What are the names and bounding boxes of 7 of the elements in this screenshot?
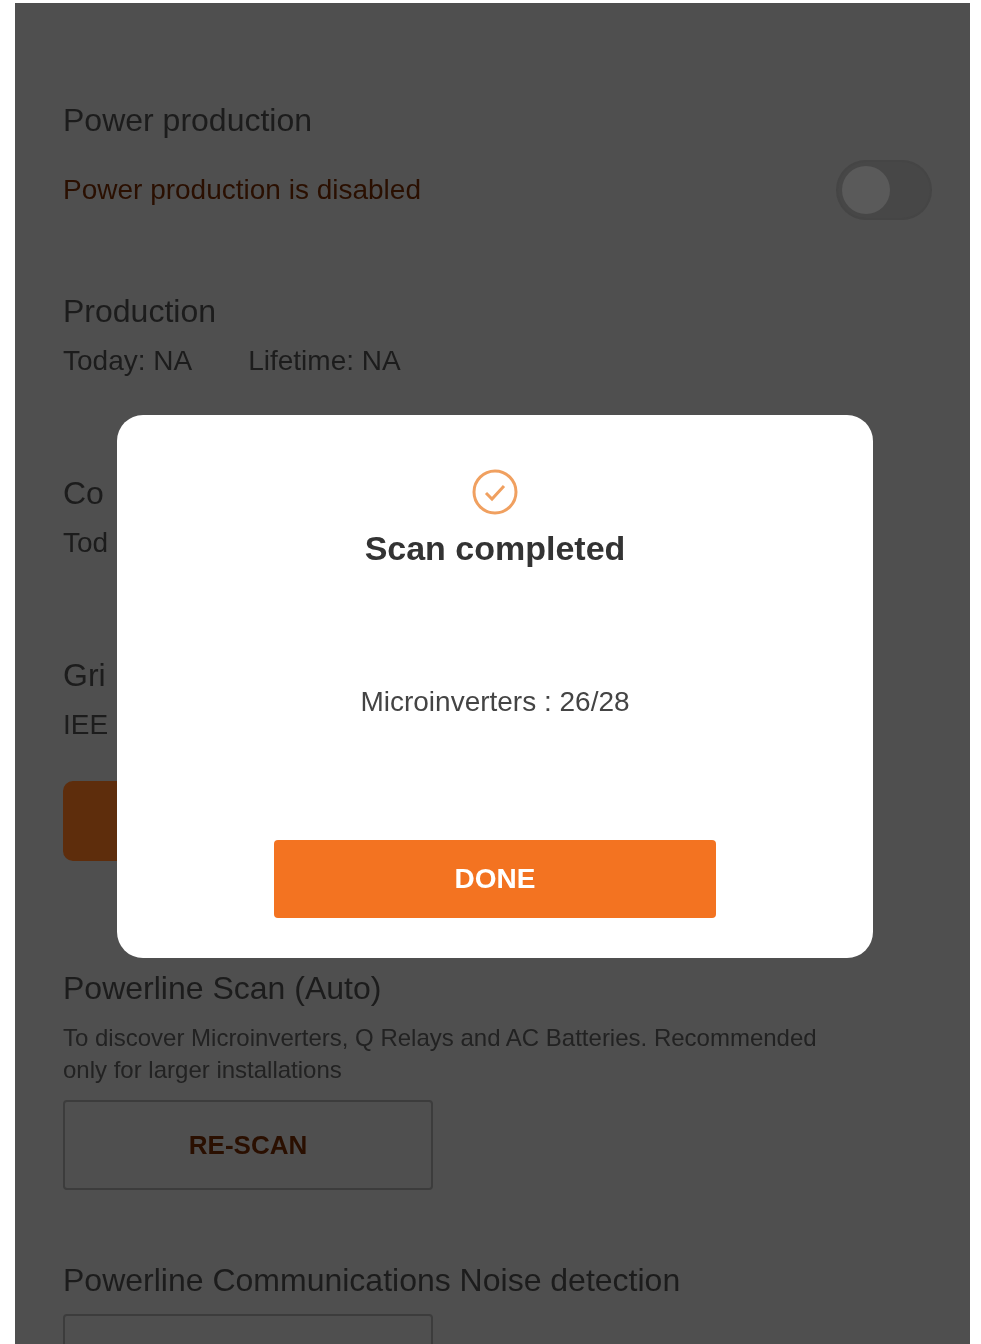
dialog-title: Scan completed <box>364 529 626 568</box>
action-button[interactable] <box>63 781 117 861</box>
check-circle-icon <box>470 467 520 517</box>
dialog-message: Microinverters : 26/28 <box>360 686 630 718</box>
rescan-button[interactable]: RE-SCAN <box>63 1100 433 1190</box>
status-text: Power production is disabled <box>63 174 421 206</box>
done-button[interactable]: DONE <box>274 840 716 918</box>
